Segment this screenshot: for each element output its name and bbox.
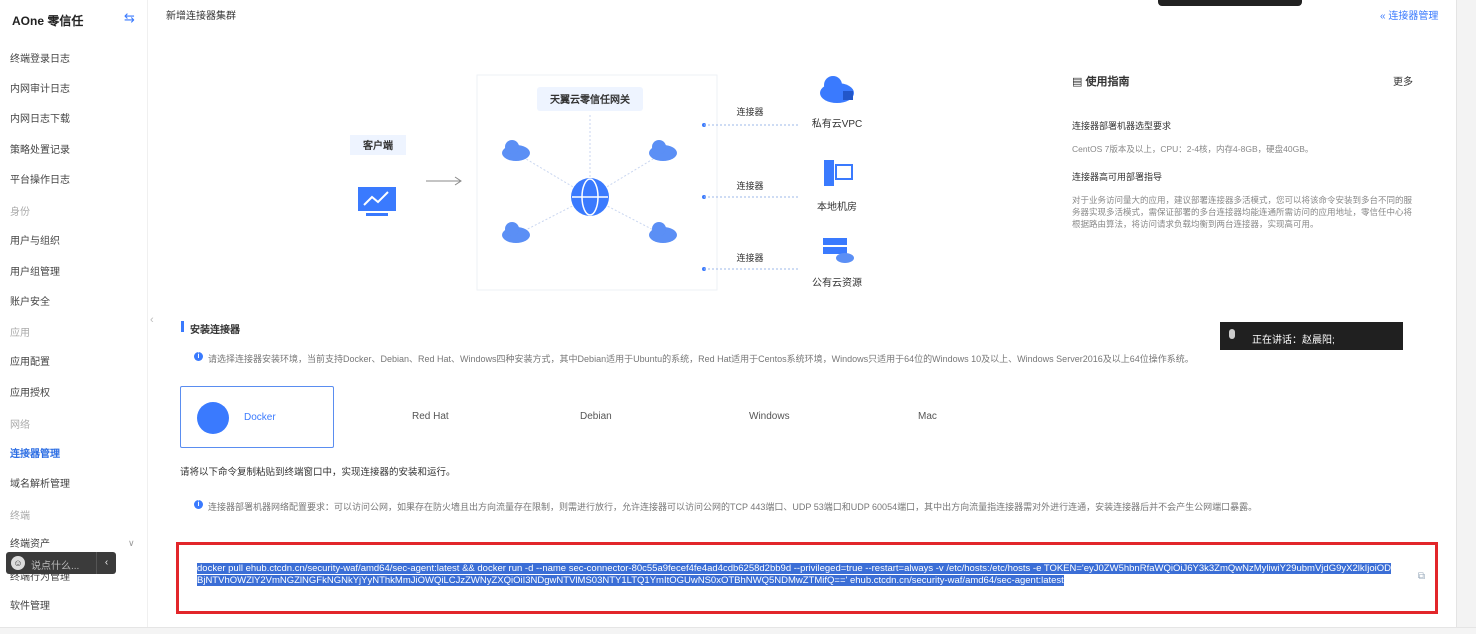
connector-label-2: 连接器	[736, 180, 763, 191]
docker-icon	[197, 402, 229, 434]
tab-windows[interactable]: Windows	[749, 386, 829, 448]
guide-paragraph-1: CentOS 7版本及以上，CPU：2-4核，内存4-8GB，硬盘40GB。	[1072, 144, 1314, 154]
sidebar-item[interactable]: 账户安全	[10, 293, 50, 308]
env-info-text: 请选择连接器安装环境，当前支持Docker、Debian、Red Hat、Win…	[208, 354, 1194, 364]
sidebar-item[interactable]: 域名解析管理	[10, 475, 70, 490]
chevron-left-icon[interactable]: ‹	[96, 552, 116, 574]
copy-icon[interactable]: ⧉	[1418, 571, 1425, 582]
tab-debian-label: Debian	[580, 411, 612, 422]
client-label: 客户端	[362, 139, 393, 152]
guide-heading-2: 连接器高可用部署指导	[1072, 172, 1163, 182]
sidebar-item[interactable]: 内网审计日志	[10, 80, 70, 95]
sidebar-item[interactable]: 终端登录日志	[10, 50, 70, 65]
bottom-bar	[0, 627, 1476, 634]
breadcrumb-back-link[interactable]: « 连接器管理	[1380, 7, 1438, 22]
assistant-placeholder: 说点什么...	[31, 561, 80, 572]
sidebar-item[interactable]: 终端资产	[10, 535, 50, 550]
right-scroll-edge	[1456, 0, 1476, 634]
install-command-box[interactable]: docker pull ehub.ctcdn.cn/security-waf/a…	[176, 542, 1438, 614]
tab-docker[interactable]: Docker	[180, 386, 334, 448]
target-public-cloud: 公有云资源	[812, 276, 862, 289]
sidebar-item[interactable]: 策略处置记录	[10, 141, 70, 156]
sidebar-collapse-icon[interactable]: ‹	[150, 314, 154, 326]
sidebar-group-label: 网络	[10, 420, 30, 431]
private-cloud-lock-icon	[820, 76, 854, 103]
command-hint: 请将以下命令复制粘贴到终端窗口中，实现连接器的安装和运行。	[180, 467, 456, 478]
public-cloud-icon	[823, 238, 854, 263]
sidebar-item[interactable]: 应用配置	[10, 353, 50, 368]
sidebar-group-label: 终端	[10, 511, 30, 522]
monitor-icon	[358, 187, 396, 216]
connector-label-3: 连接器	[736, 252, 763, 263]
tab-mac[interactable]: Mac	[918, 386, 998, 448]
gateway-label: 天翼云零信任网关	[550, 93, 630, 106]
tab-windows-label: Windows	[749, 411, 790, 422]
guide-paragraph-2: 对于业务访问量大的应用，建议部署连接器多活模式，您可以将该命令安装到多台不同的服…	[1072, 195, 1413, 229]
chevron-down-icon[interactable]: ∨	[128, 538, 135, 549]
sidebar-item[interactable]: 应用授权	[10, 384, 50, 399]
network-info-text: 连接器部署机器网络配置要求：可以访问公网，如果存在防火墙且出方向流量存在限制，则…	[208, 502, 1258, 512]
tab-redhat[interactable]: Red Hat	[412, 386, 492, 448]
target-private-vpc: 私有云VPC	[812, 117, 863, 130]
tab-redhat-label: Red Hat	[412, 411, 449, 422]
sidebar-item[interactable]: 平台操作日志	[10, 171, 70, 186]
info-icon: i	[194, 352, 203, 361]
microphone-icon	[1229, 329, 1235, 339]
gateway-globe-icon	[571, 178, 609, 216]
brand-title: AOne 零信任	[12, 14, 84, 28]
collapse-toggle-icon[interactable]: ⇆	[124, 10, 135, 26]
target-local-room: 本地机房	[817, 200, 857, 213]
tab-mac-label: Mac	[918, 411, 937, 422]
sidebar-item[interactable]: 连接器管理	[10, 445, 60, 460]
page-title: 新增连接器集群	[166, 11, 236, 22]
sidebar-group-label: 应用	[10, 328, 30, 339]
sidebar-item[interactable]: 用户与组织	[10, 232, 60, 247]
sidebar-group-label: 身份	[10, 207, 30, 218]
speaking-label: 正在讲话：赵晨阳;	[1252, 335, 1335, 346]
doc-icon: ▤	[1072, 76, 1086, 88]
section-accent-bar	[181, 321, 184, 332]
local-server-icon	[824, 160, 853, 186]
sidebar-item[interactable]: 内网日志下载	[10, 110, 70, 125]
assistant-bar[interactable]: ☺ 说点什么... ‹	[6, 552, 116, 574]
tab-debian[interactable]: Debian	[580, 386, 660, 448]
speaking-indicator: 正在讲话：赵晨阳;	[1220, 322, 1403, 350]
section-title: 安装连接器	[190, 325, 240, 336]
tab-docker-label: Docker	[244, 412, 276, 423]
top-overlay	[1158, 0, 1302, 6]
guide-more-link[interactable]: 更多	[1393, 73, 1413, 88]
connector-label-1: 连接器	[736, 106, 763, 117]
sidebar-item[interactable]: 用户组管理	[10, 263, 60, 278]
install-command-text[interactable]: docker pull ehub.ctcdn.cn/security-waf/a…	[197, 563, 1397, 587]
architecture-diagram: 天翼云零信任网关 客户端 连接器 连接器 连接器 私有云VPC 本地机房 公有云…	[350, 74, 863, 291]
sidebar: AOne 零信任 ⇆ 终端登录日志 内网审计日志 内网日志下载 策略处置记录 平台操作日…	[0, 0, 148, 634]
guide-heading-1: 连接器部署机器选型要求	[1072, 121, 1172, 131]
info-icon-network: i	[194, 500, 203, 509]
guide-title: ▤ 使用指南	[1072, 76, 1130, 88]
sidebar-item[interactable]: 软件管理	[10, 597, 50, 612]
assistant-icon: ☺	[11, 556, 25, 570]
